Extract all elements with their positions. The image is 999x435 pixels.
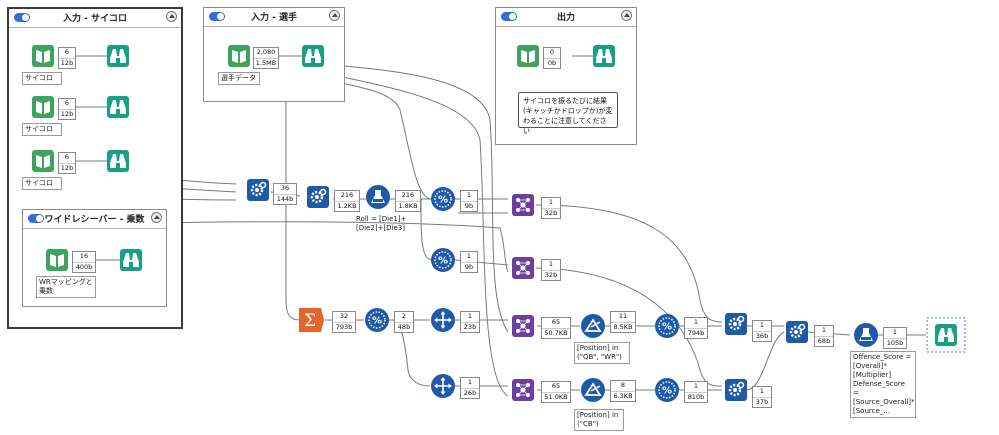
metric-summarize: 32 793b (332, 311, 356, 333)
metric-append-r2: 1 37b (752, 386, 772, 408)
metric-dice1: 6 12b (58, 47, 76, 69)
metric-wr: 16 400b (72, 251, 96, 273)
metric-append2: 216 1.2KB (334, 190, 360, 212)
metric-formula-final: 1 105b (883, 327, 907, 349)
metric-dice3: 6 12b (58, 152, 76, 174)
metric-join-mid: 1 32b (541, 259, 561, 281)
metric-filter1: 11 8.5KB (610, 311, 636, 333)
metric-append1: 36 144b (273, 183, 297, 205)
metric-players: 2,080 1.5MB (253, 47, 279, 69)
metric-dice2: 6 12b (58, 98, 76, 120)
metric-sample-r2: 1 810b (684, 381, 708, 403)
metric-join-b2: 65 51.0KB (541, 381, 571, 403)
expression-filter1: [Position] in ("QB", "WR") (574, 342, 630, 364)
expression-final: Offence_Score = [Overall]* [Multiplier] Def… (850, 351, 916, 418)
metric-sample-mid: 1 9b (460, 251, 478, 273)
metric-sample-r1: 1 794b (684, 317, 708, 339)
expression-roll: Roll = [Die1]+ [Die2]+[Die3] (356, 215, 407, 232)
expression-filter2: [Position] in ("CB") (574, 409, 624, 431)
metric-join-top: 1 32b (541, 197, 561, 219)
label-dice1: サイコロ 1 (22, 72, 62, 85)
metric-formula1: 216 1.8KB (395, 190, 421, 212)
comment-note[interactable]: サイコロを振るたびに結果 (キャッチかドロップか)が変わることに注意してください (518, 92, 618, 135)
metric-sample-top: 1 9b (460, 190, 478, 212)
metric-append-final: 1 68b (814, 325, 834, 347)
metric-filter2: 8 6.3KB (610, 380, 636, 402)
metric-sample-summary: 2 48b (394, 311, 414, 333)
label-players: 選手データ (218, 72, 260, 85)
metric-append-r1: 1 36b (752, 320, 772, 342)
label-wr-map: WRマッピングと乗数 (36, 276, 96, 298)
metric-cross1: 1 23b (460, 311, 480, 333)
label-dice3: サイコロ 3 (22, 177, 62, 190)
metric-join-b1: 65 50.7KB (541, 317, 571, 339)
metric-cross2: 1 26b (460, 377, 480, 399)
metric-output: 0 0b (543, 47, 561, 69)
label-dice2: サイコロ 2 (22, 123, 62, 136)
